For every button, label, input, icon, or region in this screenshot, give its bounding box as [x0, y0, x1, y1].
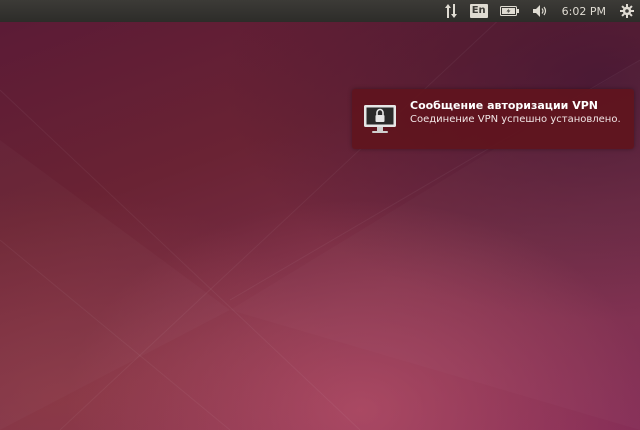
battery-indicator[interactable] [494, 0, 526, 22]
notification-title: Сообщение авторизации VPN [410, 99, 598, 112]
network-updown-icon [444, 4, 457, 18]
keyboard-language-indicator[interactable]: En [464, 0, 494, 22]
battery-icon [499, 6, 519, 16]
session-menu[interactable] [614, 0, 640, 22]
keyboard-language-icon: En [469, 4, 488, 18]
network-indicator[interactable] [438, 0, 464, 22]
wallpaper-pattern [0, 0, 640, 430]
gear-icon [620, 4, 634, 18]
notification-body: Соединение VPN успешно установлено. [410, 114, 621, 125]
indicator-area: En 6:02 PM [438, 0, 640, 22]
volume-indicator[interactable] [526, 0, 554, 22]
top-panel: En 6:02 PM [0, 0, 640, 22]
vpn-lock-monitor-icon [364, 105, 396, 133]
desktop: En 6:02 PM Сообщение авторизации VPN Сое… [0, 0, 640, 430]
volume-icon [532, 5, 546, 17]
clock[interactable]: 6:02 PM [554, 0, 614, 22]
notification-bubble: Сообщение авторизации VPN Соединение VPN… [352, 89, 634, 149]
